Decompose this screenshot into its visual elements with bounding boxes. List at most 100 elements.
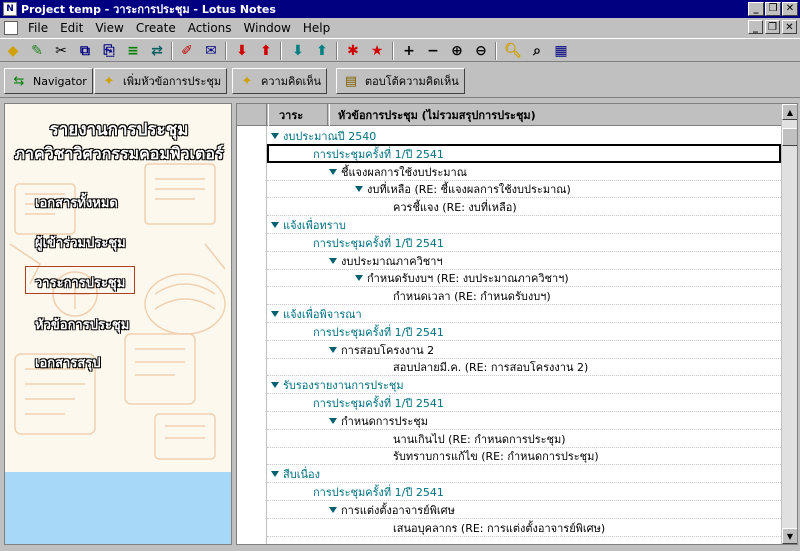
expand-all-icon[interactable]: ⊕ xyxy=(446,41,468,61)
maximize-button[interactable]: ❐ xyxy=(765,2,781,16)
collapse-all-icon[interactable]: ⊖ xyxy=(470,41,492,61)
lotus-notes-window: N Project temp - วาระการประชุม - Lotus N… xyxy=(0,0,800,551)
find-icon[interactable]: ⌕ xyxy=(526,41,548,61)
menu-file[interactable]: File xyxy=(22,21,54,35)
document-row[interactable]: สอบปลายมี.ค. (RE: การสอบโครงงาน 2) xyxy=(393,358,588,375)
menu-actions[interactable]: Actions xyxy=(182,21,238,35)
open-database-icon[interactable]: ◆ xyxy=(2,41,24,61)
twisty-expanded-icon[interactable] xyxy=(329,417,337,424)
next-document-icon[interactable]: ⬇ xyxy=(287,41,309,61)
menu-edit[interactable]: Edit xyxy=(54,21,89,35)
navigator-button[interactable]: ⇆ Navigator xyxy=(4,68,93,94)
reply-comment-button[interactable]: ▤ ตอบโต้ความคิดเห็น xyxy=(336,68,465,94)
minimize-button[interactable]: _ xyxy=(748,2,764,16)
document-row[interactable]: การประชุมครั้งที่ 1/ปี 2541 xyxy=(313,323,444,340)
selection-margin[interactable] xyxy=(237,126,267,544)
scroll-down-arrow[interactable]: ▼ xyxy=(782,528,797,544)
expand-icon[interactable]: + xyxy=(398,41,420,61)
twisty-expanded-icon[interactable] xyxy=(329,506,337,513)
row-text: แจ้งเพื่อทราบ xyxy=(283,218,346,232)
cut-icon[interactable]: ✂ xyxy=(50,41,72,61)
doc-close-button[interactable]: ✕ xyxy=(782,20,797,34)
row-text: การประชุมครั้งที่ 1/ปี 2541 xyxy=(313,485,444,499)
document-row[interactable]: นานเกินไป (RE: กำหนดการประชุม) xyxy=(393,430,566,447)
twisty-expanded-icon[interactable] xyxy=(271,470,279,477)
next-unread-icon[interactable]: ⬇ xyxy=(231,41,253,61)
copy-icon[interactable]: ⧉ xyxy=(74,41,96,61)
nav-item-participants[interactable]: ผู้เข้าร่วมประชุม xyxy=(35,232,126,253)
comment-button[interactable]: ✦ ความคิดเห็น xyxy=(232,68,327,94)
twisty-expanded-icon[interactable] xyxy=(329,168,337,175)
view-column-header: วาระ หัวข้อการประชุม (ไม่รวมสรุปการประชุ… xyxy=(237,104,797,126)
twisty-expanded-icon[interactable] xyxy=(271,132,279,139)
menu-bar: File Edit View Create Actions Window Hel… xyxy=(0,19,800,37)
row-text: เสนอบุคลากร (RE: การแต่งตั้งอาจารย์พิเศษ… xyxy=(393,521,606,535)
column-header-topic[interactable]: หัวข้อการประชุม (ไม่รวมสรุปการประชุม) xyxy=(329,104,781,126)
category-row[interactable]: แจ้งเพื่อทราบ xyxy=(271,216,346,233)
document-row[interactable]: งบที่เหลือ (RE: ชี้แจงผลการใช้งบประมาณ) xyxy=(355,180,571,197)
mail-icon[interactable]: ✉ xyxy=(200,41,222,61)
document-row[interactable]: ควรชี้แจง (RE: งบที่เหลือ) xyxy=(393,198,517,215)
edit-pen-icon[interactable]: ✐ xyxy=(176,41,198,61)
row-text: การประชุมครั้งที่ 1/ปี 2541 xyxy=(313,236,444,250)
edit-document-icon[interactable]: ✎ xyxy=(26,41,48,61)
close-button[interactable]: ✕ xyxy=(782,2,798,16)
selection-bar xyxy=(267,144,781,163)
add-topic-icon: ✦ xyxy=(103,73,115,89)
doc-minimize-button[interactable]: _ xyxy=(748,20,763,34)
category-row[interactable]: รับรองรายงานการประชุม xyxy=(271,376,404,393)
menu-create[interactable]: Create xyxy=(130,21,182,35)
row-text: รับทราบการแก้ไข (RE: กำหนดการประชุม) xyxy=(393,449,599,463)
category-row[interactable]: สืบเนื่อง xyxy=(271,465,320,482)
nav-item-all-documents[interactable]: เอกสารทั้งหมด xyxy=(35,192,118,213)
document-row[interactable]: กำหนดการประชุม xyxy=(329,412,428,429)
properties-icon[interactable]: ▦ xyxy=(550,41,572,61)
menu-help[interactable]: Help xyxy=(297,21,336,35)
twisty-expanded-icon[interactable] xyxy=(271,381,279,388)
next-marked-icon[interactable]: ✱ xyxy=(342,41,364,61)
add-topic-button[interactable]: ✦ เพิ่มหัวข้อการประชุม xyxy=(94,68,228,94)
document-row[interactable]: กำหนดรับงบฯ (RE: งบประมาณภาควิชาฯ) xyxy=(355,269,569,286)
twisty-expanded-icon[interactable] xyxy=(271,221,279,228)
menu-view[interactable]: View xyxy=(89,21,129,35)
menu-window[interactable]: Window xyxy=(238,21,297,35)
document-row[interactable]: งบประมาณภาควิชาฯ xyxy=(329,252,443,269)
previous-marked-icon[interactable]: ★ xyxy=(366,41,388,61)
category-row[interactable]: แจ้งเพื่อพิจารณา xyxy=(271,305,362,322)
scroll-thumb[interactable] xyxy=(782,128,797,146)
twisty-expanded-icon[interactable] xyxy=(355,185,363,192)
nav-item-summary-documents[interactable]: เอกสารสรุป xyxy=(35,352,101,373)
document-row[interactable]: ชี้แจงผลการใช้งบประมาณ xyxy=(329,163,467,180)
previous-document-icon[interactable]: ⬆ xyxy=(311,41,333,61)
twisty-expanded-icon[interactable] xyxy=(271,310,279,317)
doc-restore-button[interactable]: ❐ xyxy=(765,20,780,34)
twisty-expanded-icon[interactable] xyxy=(355,274,363,281)
document-row[interactable]: การประชุมครั้งที่ 1/ปี 2541 xyxy=(313,234,444,251)
print-icon[interactable]: ≡ xyxy=(122,41,144,61)
document-row[interactable]: การแต่งตั้งอาจารย์พิเศษ xyxy=(329,501,455,518)
scroll-up-arrow[interactable]: ▲ xyxy=(782,104,797,120)
vertical-scrollbar[interactable]: ▲ ▼ xyxy=(781,104,797,544)
category-row[interactable]: งบประมาณปี 2540 xyxy=(271,127,376,144)
search-bar-icon[interactable]: 🔍︎ xyxy=(502,41,524,61)
nav-item-agenda[interactable]: วาระการประชุม xyxy=(35,272,125,293)
nav-item-meeting-topics[interactable]: หัวข้อการประชุม xyxy=(35,314,129,335)
document-row[interactable]: การประชุมครั้งที่ 1/ปี 2541 xyxy=(313,394,444,411)
title-bar[interactable]: N Project temp - วาระการประชุม - Lotus N… xyxy=(0,0,800,18)
navigator-pane: รายงานการประชุม ภาควิชาวิศวกรรมคอมพิวเตอ… xyxy=(4,103,232,545)
twisty-expanded-icon[interactable] xyxy=(329,346,337,353)
collapse-icon[interactable]: − xyxy=(422,41,444,61)
document-row[interactable]: รับทราบการแก้ไข (RE: กำหนดการประชุม) xyxy=(393,447,599,464)
document-row[interactable]: การสอบโครงงาน 2 xyxy=(329,341,434,358)
twisty-expanded-icon[interactable] xyxy=(329,257,337,264)
previous-unread-icon[interactable]: ⬆ xyxy=(255,41,277,61)
document-row[interactable]: การประชุมครั้งที่ 1/ปี 2541 xyxy=(313,483,444,500)
column-header-agenda[interactable]: วาระ xyxy=(268,104,328,126)
document-window-icon[interactable] xyxy=(4,21,18,35)
comment-icon: ✦ xyxy=(241,73,253,89)
document-row[interactable]: เสนอบุคลากร (RE: การแต่งตั้งอาจารย์พิเศษ… xyxy=(393,519,605,536)
lotus-notes-app-icon[interactable]: N xyxy=(3,2,17,16)
document-row[interactable]: กำหนดเวลา (RE: กำหนดรับงบฯ) xyxy=(393,287,551,304)
paste-icon[interactable]: ⎘ xyxy=(98,41,120,61)
forward-icon[interactable]: ⇄ xyxy=(146,41,168,61)
